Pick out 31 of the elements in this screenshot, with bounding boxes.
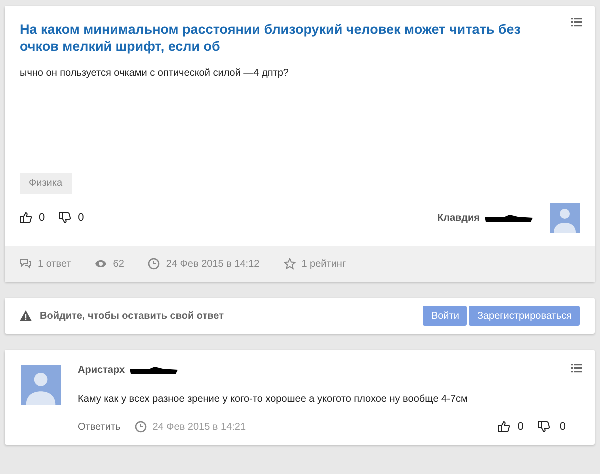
reply-link[interactable]: Ответить — [78, 422, 121, 432]
question-title[interactable]: На каком минимальном расстоянии близорукий человек может читать без очков мелкий шрифт, если об — [20, 21, 550, 55]
answer-text: Каму как у всех разное зрение у кого-то хорошее а укогото плохое ну вообще 4-7см — [78, 394, 469, 405]
like-count: 0 — [518, 421, 524, 433]
clock-icon — [134, 421, 147, 433]
clock-icon — [148, 258, 160, 270]
category-tag[interactable]: Физика — [20, 173, 72, 194]
menu-icon[interactable] — [571, 18, 582, 27]
dislike-count: 0 — [78, 212, 84, 224]
question-text: ычно он пользуется очками с оптической силой —4 дптр? — [20, 68, 290, 81]
stat-text: 62 — [113, 258, 124, 270]
dislike-count: 0 — [560, 421, 566, 433]
speech-bubbles-icon — [20, 258, 32, 270]
thumbs-up-icon[interactable] — [20, 212, 32, 224]
star-icon — [284, 258, 296, 270]
thumbs-up-icon[interactable] — [498, 421, 510, 433]
warning-icon — [20, 310, 32, 322]
author-name[interactable]: Клавдия — [438, 212, 480, 224]
thumbs-down-icon[interactable] — [538, 421, 550, 433]
avatar-icon — [550, 203, 580, 233]
like-count: 0 — [39, 212, 46, 224]
author-name[interactable]: Аристарх — [78, 365, 126, 376]
thumbs-down-icon[interactable] — [59, 212, 72, 224]
eye-icon — [95, 258, 108, 270]
stat-text: 1 рейтинг — [302, 258, 346, 270]
stat-text: 1 ответ — [38, 258, 72, 270]
login-message: Войдите, чтобы оставить свой ответ — [40, 310, 225, 322]
menu-icon[interactable] — [571, 364, 582, 373]
stat-text: 24 Фев 2015 в 14:12 — [166, 258, 260, 270]
avatar-icon — [21, 365, 61, 405]
answer-date: 24 Фев 2015 в 14:21 — [152, 422, 248, 432]
